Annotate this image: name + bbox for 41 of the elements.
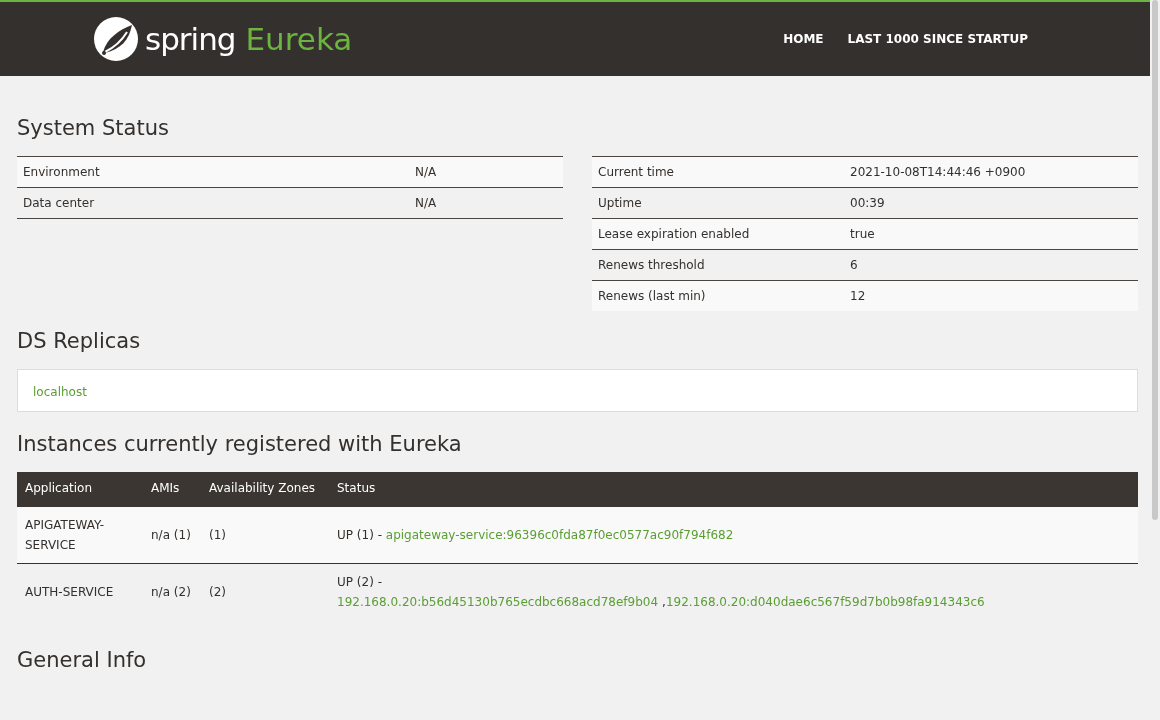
- section-heading: DS Replicas: [17, 329, 142, 353]
- product-name: Eureka: [245, 21, 353, 57]
- table-cell: N/A: [409, 187, 563, 219]
- status-text: UP (1) -: [337, 528, 382, 542]
- column-header: Status: [329, 472, 1138, 507]
- instance-link[interactable]: apigateway-service:96396c0fda87f0ec0577ac90f794f682: [385, 528, 734, 542]
- table-cell: n/a (1): [143, 507, 201, 564]
- table-cell: AUTH-SERVICE: [17, 563, 143, 620]
- table-cell: 2021-10-08T14:44:46 +0900: [844, 156, 1138, 188]
- table-cell: n/a (2): [143, 563, 201, 620]
- nav-link[interactable]: LAST 1000 SINCE STARTUP: [847, 32, 1028, 46]
- status-text: UP (2) -: [337, 575, 382, 589]
- table-cell: Lease expiration enabled: [592, 218, 844, 250]
- separator-text: ,: [662, 595, 666, 609]
- column-header: Application: [17, 472, 143, 507]
- scrollbar[interactable]: [1152, 0, 1158, 520]
- table-cell: true: [844, 218, 1138, 250]
- table-cell: Current time: [592, 156, 844, 188]
- table-cell: 6: [844, 249, 1138, 281]
- table-cell: APIGATEWAY-SERVICE: [17, 507, 143, 564]
- table-cell: 12: [844, 280, 1138, 311]
- table-cell: N/A: [409, 156, 563, 188]
- section-heading: Instances currently registered with Eureka: [17, 432, 463, 456]
- nav-link[interactable]: HOME: [783, 32, 824, 46]
- replica-link[interactable]: localhost: [33, 385, 87, 399]
- leaf-logo-icon: [93, 16, 139, 62]
- brand-name: spring: [145, 21, 236, 57]
- table-cell: (2): [201, 563, 329, 620]
- table-cell: Uptime: [592, 187, 844, 219]
- column-header: AMIs: [143, 472, 201, 507]
- instance-link[interactable]: 192.168.0.20:b56d45130b765ecdbc668acd78ef9b04: [337, 595, 659, 609]
- table-cell: Data center: [17, 187, 409, 219]
- table-cell: (1): [201, 507, 329, 564]
- table-cell: 00:39: [844, 187, 1138, 219]
- column-header: Availability Zones: [201, 472, 329, 507]
- table-cell: Renews threshold: [592, 249, 844, 281]
- table-cell: Environment: [17, 156, 409, 188]
- table-cell: Renews (last min): [592, 280, 844, 311]
- section-heading: System Status: [17, 116, 170, 140]
- section-heading: General Info: [17, 648, 148, 672]
- instance-link[interactable]: 192.168.0.20:d040dae6c567f59d7b0b98fa914343c6: [665, 595, 985, 609]
